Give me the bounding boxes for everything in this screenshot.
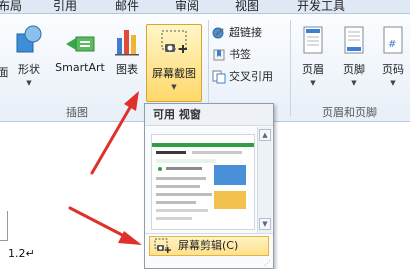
chart-button-label: 图表	[116, 63, 138, 76]
hyperlink-label: 超链接	[229, 26, 262, 39]
shape-button-label: 形状	[18, 63, 40, 76]
ribbon-tab-bar: 布局 引用 邮件 审阅 视图 开发工具	[0, 0, 410, 14]
smartart-icon	[66, 36, 95, 52]
smartart-button[interactable]: SmartArt	[52, 24, 108, 74]
group-divider	[290, 20, 291, 116]
resize-grip-icon[interactable]: ⋰	[264, 259, 271, 267]
footer-label: 页脚	[343, 63, 365, 76]
scroll-up-icon[interactable]: ▲	[259, 129, 271, 141]
dropdown-divider	[145, 233, 273, 234]
group-divider	[208, 20, 209, 116]
bar-chart-icon	[115, 30, 139, 56]
header-button[interactable]: 页眉 ▼	[294, 24, 332, 87]
partial-button-label: 面	[0, 66, 9, 79]
chart-button[interactable]: 图表	[112, 24, 142, 77]
smartart-button-label: SmartArt	[55, 61, 105, 74]
cross-reference-icon	[212, 70, 226, 84]
page-number-button[interactable]: # 页码 ▼	[376, 24, 410, 87]
window-thumbnail[interactable]	[151, 134, 255, 230]
window-preview-image	[152, 135, 254, 229]
tab-layout[interactable]: 布局	[0, 0, 22, 14]
header-footer-group-label: 页眉和页脚	[322, 106, 377, 119]
chevron-down-icon: ▼	[390, 79, 396, 87]
screenshot-dropdown: 可用 视窗 ▲ ▼ 屏幕剪辑(C) ⋰	[144, 103, 274, 269]
footer-icon	[344, 26, 364, 54]
footer-button[interactable]: 页脚 ▼	[336, 24, 372, 87]
partial-picture-button[interactable]: 面	[0, 64, 10, 80]
screenshot-icon	[161, 30, 187, 53]
bookmark-label: 书签	[229, 48, 251, 61]
margin-corner-mark	[0, 211, 8, 241]
tab-developer[interactable]: 开发工具	[297, 0, 345, 14]
chevron-down-icon: ▼	[310, 79, 316, 87]
shapes-icon	[16, 25, 42, 53]
header-label: 页眉	[302, 63, 324, 76]
bookmark-button[interactable]: 书签	[212, 46, 251, 64]
tab-mailings[interactable]: 邮件	[115, 0, 139, 14]
cross-reference-button[interactable]: 交叉引用	[212, 68, 273, 86]
dropdown-scrollbar[interactable]: ▲ ▼	[257, 127, 272, 233]
tab-review[interactable]: 审阅	[175, 0, 199, 14]
document-text[interactable]: 1.2↵	[8, 247, 35, 260]
hyperlink-button[interactable]: 超链接	[212, 24, 262, 42]
cross-reference-label: 交叉引用	[229, 70, 273, 83]
shape-button[interactable]: 形状 ▼	[10, 24, 48, 87]
illustrations-group-label: 插图	[66, 106, 88, 119]
chevron-down-icon: ▼	[171, 83, 177, 91]
available-windows-header: 可用 视窗	[145, 104, 273, 126]
screenshot-button[interactable]: 屏幕截图 ▼	[146, 24, 202, 102]
page-number-label: 页码	[382, 63, 404, 76]
tab-references[interactable]: 引用	[53, 0, 77, 14]
chevron-down-icon: ▼	[351, 79, 357, 87]
scroll-down-icon[interactable]: ▼	[259, 218, 271, 230]
chevron-down-icon: ▼	[26, 79, 32, 87]
globe-link-icon	[212, 27, 224, 39]
screen-clipping-icon	[154, 238, 171, 253]
tab-view[interactable]: 视图	[235, 0, 259, 14]
screenshot-button-label: 屏幕截图	[152, 67, 196, 80]
header-icon	[303, 26, 323, 54]
screen-clipping-menu-item[interactable]: 屏幕剪辑(C)	[149, 236, 269, 256]
screen-clipping-label: 屏幕剪辑(C)	[178, 239, 239, 252]
page-number-icon: #	[383, 26, 403, 54]
svg-text:#: #	[388, 39, 396, 50]
bookmark-icon	[213, 49, 225, 61]
